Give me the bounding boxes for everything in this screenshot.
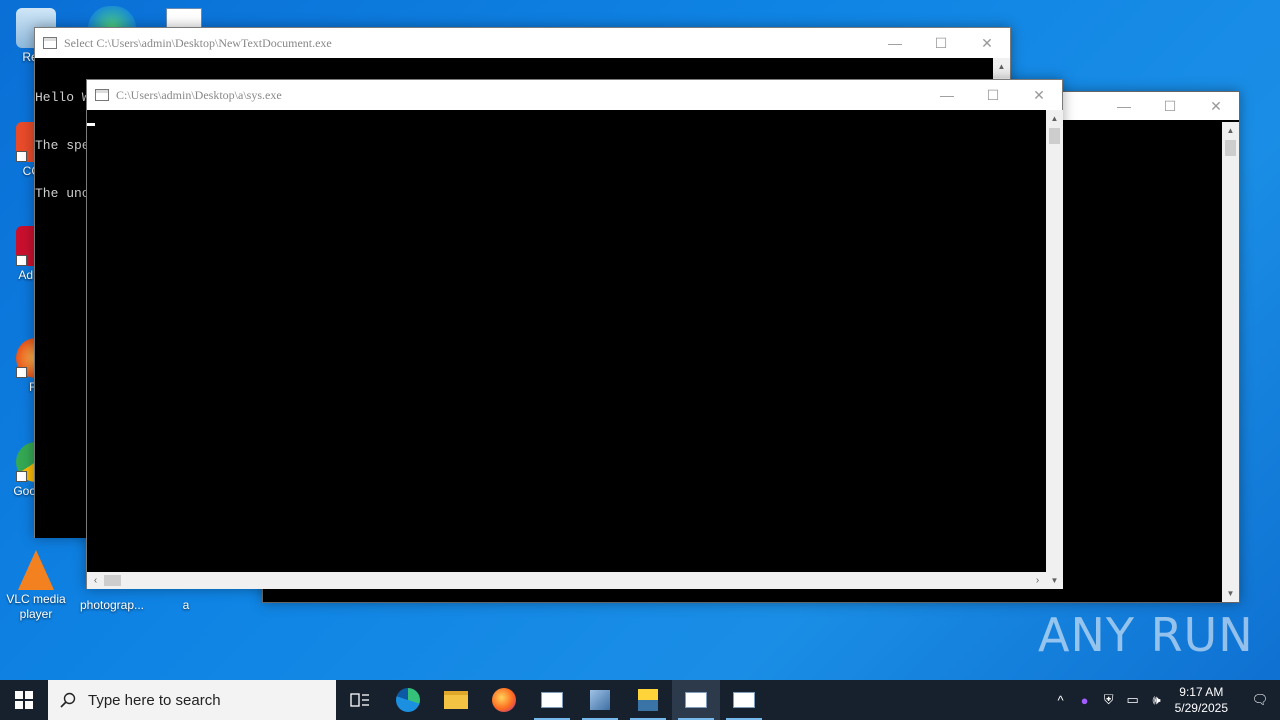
close-button[interactable]: ✕ [1193,91,1239,121]
installer-icon [590,690,610,710]
python-file-icon [638,689,658,711]
console-output[interactable] [87,110,1046,572]
security-icon[interactable]: ⛨ [1097,692,1121,708]
console-window-icon [685,692,707,708]
taskbar-firefox[interactable] [480,680,528,720]
desktop-icon-vlc[interactable]: VLC media player [0,550,72,622]
title-bar[interactable]: — ☐ ✕ [1063,92,1239,120]
desktop-icon-folder-a[interactable]: a [150,598,222,613]
scroll-up-arrow-icon[interactable]: ▲ [1046,110,1063,127]
horizontal-scrollbar[interactable]: ‹ › [87,572,1046,589]
console-window-icon [733,692,755,708]
vertical-scrollbar[interactable]: ▲ ▼ [1222,122,1239,602]
taskbar-console-2[interactable] [672,680,720,720]
windows-logo-icon [15,691,33,709]
vlc-cone-icon [18,550,54,590]
anyrun-watermark: ANY RUN [1038,608,1254,662]
taskbar-edge[interactable] [384,680,432,720]
task-view-icon [350,693,369,707]
scroll-thumb[interactable] [1049,128,1060,144]
minimize-button[interactable]: — [1101,91,1147,121]
close-button[interactable]: ✕ [964,28,1010,58]
taskbar: Type here to search ^ ● ⛨ ▭ 🕪 9:17 AM 5/… [0,680,1280,720]
notification-icon[interactable]: 🗨 [1240,692,1280,708]
minimize-button[interactable]: — [924,80,970,110]
scroll-up-arrow-icon[interactable]: ▲ [993,58,1010,75]
scroll-thumb[interactable] [1225,140,1236,156]
clock-time: 9:17 AM [1179,685,1224,699]
scroll-down-arrow-icon[interactable]: ▼ [1046,572,1063,589]
search-placeholder: Type here to search [88,691,221,709]
clock-date: 5/29/2025 [1174,701,1228,715]
text-cursor [87,123,95,126]
shortcut-arrow-icon [16,367,27,378]
taskbar-console-1[interactable] [528,680,576,720]
system-tray: ^ ● ⛨ ▭ 🕪 9:17 AM 5/29/2025 🗨 [1049,680,1280,720]
taskbar-console-3[interactable] [720,680,768,720]
taskbar-python-file[interactable] [624,680,672,720]
scroll-right-arrow-icon[interactable]: › [1029,575,1046,586]
chevron-up-icon[interactable]: ^ [1049,693,1073,708]
taskbar-installer[interactable] [576,680,624,720]
shortcut-arrow-icon [16,471,27,482]
minimize-button[interactable]: — [872,28,918,58]
close-button[interactable]: ✕ [1016,80,1062,110]
task-view-button[interactable] [336,680,384,720]
start-button[interactable] [0,680,48,720]
maximize-button[interactable]: ☐ [970,80,1016,110]
console-window-icon [541,692,563,708]
folder-icon [444,691,468,709]
scroll-up-arrow-icon[interactable]: ▲ [1222,122,1239,139]
search-icon [60,692,76,708]
network-icon[interactable]: ▭ [1121,692,1145,708]
shortcut-arrow-icon [16,151,27,162]
taskbar-file-explorer[interactable] [432,680,480,720]
clock[interactable]: 9:17 AM 5/29/2025 [1169,684,1240,716]
maximize-button[interactable]: ☐ [918,28,964,58]
scroll-left-arrow-icon[interactable]: ‹ [87,575,104,586]
firefox-icon [492,688,516,712]
title-bar[interactable]: Select C:\Users\admin\Desktop\NewTextDoc… [35,28,1010,58]
desktop-icon-photograph[interactable]: photograp... [76,598,148,613]
edge-desktop-icon[interactable] [88,6,136,28]
title-bar[interactable]: C:\Users\admin\Desktop\a\sys.exe — ☐ ✕ [87,80,1062,110]
app-tray-icon[interactable]: ● [1073,693,1097,708]
shortcut-arrow-icon [16,255,27,266]
maximize-button[interactable]: ☐ [1147,91,1193,121]
document-desktop-icon[interactable] [166,8,202,28]
vertical-scrollbar[interactable]: ▲ [1046,110,1063,572]
console-app-icon [95,89,109,101]
taskbar-search-box[interactable]: Type here to search [48,680,336,720]
volume-icon[interactable]: 🕪 [1145,692,1169,708]
vertical-scrollbar[interactable]: ▲ [993,58,1010,78]
console-window-sys[interactable]: C:\Users\admin\Desktop\a\sys.exe — ☐ ✕ ▲… [86,79,1063,589]
console-app-icon [43,37,57,49]
scroll-thumb[interactable] [104,575,121,586]
edge-icon [396,688,420,712]
scroll-down-arrow-icon[interactable]: ▼ [1222,585,1239,602]
